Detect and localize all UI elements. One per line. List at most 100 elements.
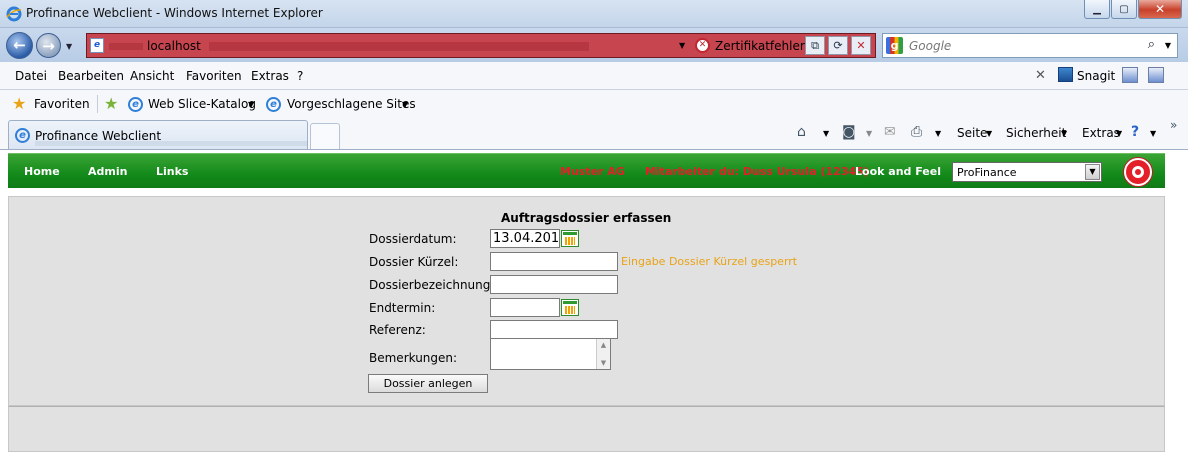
back-button[interactable]: ← <box>6 32 33 59</box>
address-toolbar: ← → ▼ e localhost ▼ ✕ Zertifikatfehler ⧉… <box>0 28 1188 62</box>
tab-ie-icon: e <box>15 128 30 143</box>
close-window-button[interactable]: ✕ <box>1138 0 1182 19</box>
short-label: Dossier Kürzel: <box>369 255 459 269</box>
maximize-button[interactable]: ▢ <box>1111 0 1137 19</box>
refresh-icon[interactable]: ⟳ <box>828 36 848 55</box>
page-content: Home Admin Links Muster AG Mitarbeiter d… <box>0 150 1188 452</box>
toolbar-overflow-icon[interactable]: » <box>1170 118 1177 132</box>
history-dropdown-icon[interactable]: ▼ <box>66 42 72 51</box>
menu-edit[interactable]: Bearbeiten <box>58 69 124 83</box>
tools-menu[interactable]: Extras <box>1082 126 1120 140</box>
tab-profinance[interactable]: e Profinance Webclient <box>8 120 308 149</box>
page-dropdown-icon[interactable]: ▼ <box>986 129 992 138</box>
deadline-label: Endtermin: <box>369 301 436 315</box>
cert-error-label[interactable]: Zertifikatfehler <box>715 39 805 53</box>
menu-tools[interactable]: Extras <box>251 69 289 83</box>
date-label: Dossierdatum: <box>369 232 457 246</box>
nav-admin[interactable]: Admin <box>88 165 127 178</box>
webslice-dropdown-icon[interactable]: ▼ <box>248 100 254 109</box>
print-dropdown-icon[interactable]: ▼ <box>935 129 941 138</box>
remarks-scrollbar[interactable]: ▲ ▼ <box>596 339 610 369</box>
tab-row: e Profinance Webclient ⌂ ▼ ◙ ▼ ✉ ⎙ ▼ Sei… <box>0 118 1188 150</box>
mail-icon[interactable]: ✉ <box>884 124 896 140</box>
back-arrow-icon: ← <box>13 36 26 54</box>
theme-value: ProFinance <box>957 166 1017 179</box>
menu-bar: Datei Bearbeiten Ansicht Favoriten Extra… <box>0 62 1188 90</box>
search-dropdown-icon[interactable]: ▼ <box>1165 41 1171 50</box>
search-icon[interactable]: ⌕ <box>1148 37 1155 52</box>
minimize-button[interactable]: ▁ <box>1084 0 1110 19</box>
calendar-icon[interactable] <box>561 299 579 316</box>
footer-area <box>8 406 1165 452</box>
google-icon: g <box>886 37 903 54</box>
address-path-redacted <box>209 42 589 51</box>
home-dropdown-icon[interactable]: ▼ <box>823 129 829 138</box>
ie-logo-icon <box>6 6 22 22</box>
app-logo <box>1124 158 1152 186</box>
favorites-bar: ★ Favoriten ★ e Web Slice-Katalog ▼ e Vo… <box>0 90 1188 118</box>
short-input[interactable] <box>490 252 618 271</box>
remarks-textarea[interactable]: ▲ ▼ <box>490 338 611 370</box>
security-menu[interactable]: Sicherheit <box>1006 126 1066 140</box>
home-icon[interactable]: ⌂ <box>797 124 806 140</box>
name-input[interactable] <box>490 275 618 294</box>
menu-favorites[interactable]: Favoriten <box>186 69 242 83</box>
help-dropdown-icon[interactable]: ▼ <box>1150 129 1156 138</box>
company-name: Muster AG <box>560 165 625 178</box>
app-header: Home Admin Links Muster AG Mitarbeiter d… <box>8 153 1165 188</box>
page-icon: e <box>90 38 104 53</box>
look-and-feel-label: Look and Feel <box>855 165 941 178</box>
snagit-edit-icon[interactable] <box>1148 67 1164 83</box>
name-label: Dossierbezeichnung: <box>369 278 495 292</box>
employee-info: Mitarbeiter du: Duss Ursula (12345) <box>645 165 869 178</box>
snagit-button[interactable]: Snagit <box>1077 69 1115 83</box>
help-icon[interactable]: ? <box>1131 124 1139 140</box>
favorites-button[interactable]: Favoriten <box>34 97 90 111</box>
snagit-icon[interactable] <box>1058 67 1073 82</box>
suggested-sites-icon: e <box>266 97 281 112</box>
search-placeholder[interactable]: Google <box>909 39 951 53</box>
menu-file[interactable]: Datei <box>15 69 47 83</box>
new-tab-button[interactable] <box>310 123 340 149</box>
feeds-icon[interactable]: ◙ <box>842 124 856 140</box>
calendar-icon[interactable] <box>561 230 579 247</box>
stop-icon[interactable]: ✕ <box>851 36 871 55</box>
nav-home[interactable]: Home <box>24 165 60 178</box>
address-bar[interactable]: e localhost ▼ ✕ Zertifikatfehler ⧉ ⟳ ✕ <box>86 33 876 58</box>
page-menu[interactable]: Seite <box>957 126 987 140</box>
window-title: Profinance Webclient - Windows Internet … <box>26 6 323 20</box>
tools-dropdown-icon[interactable]: ▼ <box>1116 129 1122 138</box>
reference-input[interactable] <box>490 320 618 339</box>
address-dropdown-icon[interactable]: ▼ <box>679 41 685 50</box>
compat-view-icon[interactable]: ⧉ <box>805 36 825 55</box>
theme-select[interactable]: ProFinance ▼ <box>952 162 1102 182</box>
cert-error-icon[interactable]: ✕ <box>695 38 710 53</box>
theme-dropdown-icon[interactable]: ▼ <box>1085 164 1100 180</box>
window-titlebar: Profinance Webclient - Windows Internet … <box>0 0 1188 28</box>
deadline-input[interactable] <box>490 298 560 317</box>
tab-underline <box>35 141 307 146</box>
webslice-link[interactable]: Web Slice-Katalog <box>148 97 256 111</box>
menu-help[interactable]: ? <box>297 69 303 83</box>
remarks-label: Bemerkungen: <box>369 351 458 365</box>
short-locked-message: Eingabe Dossier Kürzel gesperrt <box>621 255 798 268</box>
create-dossier-button[interactable]: Dossier anlegen <box>368 374 488 393</box>
print-icon[interactable]: ⎙ <box>911 124 922 140</box>
reference-label: Referenz: <box>369 323 426 337</box>
form-panel: Auftragsdossier erfassen Dossierdatum: 1… <box>8 196 1165 406</box>
nav-links[interactable]: Links <box>156 165 188 178</box>
add-favorite-icon[interactable]: ★ <box>104 94 118 113</box>
menu-view[interactable]: Ansicht <box>130 69 174 83</box>
feeds-dropdown-icon[interactable]: ▼ <box>866 129 872 138</box>
forward-button[interactable]: → <box>36 33 61 58</box>
suggested-sites-link[interactable]: Vorgeschlagene Sites <box>287 97 416 111</box>
snagit-capture-icon[interactable] <box>1122 67 1138 83</box>
security-dropdown-icon[interactable]: ▼ <box>1061 129 1067 138</box>
separator <box>97 95 98 113</box>
close-toolbar-icon[interactable]: ✕ <box>1035 68 1046 83</box>
address-host[interactable]: localhost <box>147 39 201 53</box>
date-input[interactable]: 13.04.2010 <box>490 229 560 248</box>
suggested-dropdown-icon[interactable]: ▼ <box>402 100 408 109</box>
address-protocol-redacted <box>109 43 143 50</box>
search-box[interactable]: g Google ⌕ ▼ <box>882 33 1178 58</box>
